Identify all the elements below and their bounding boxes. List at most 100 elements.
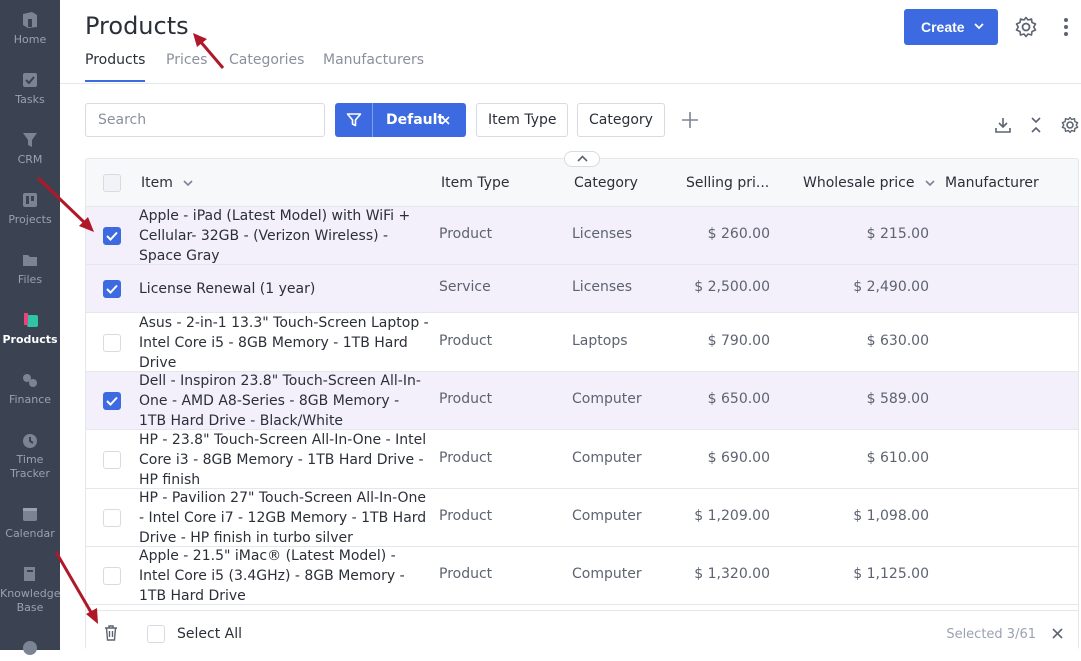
download-icon[interactable] (994, 116, 1012, 134)
sidebar-item-label: Calendar (5, 527, 55, 540)
trash-icon[interactable] (104, 625, 118, 641)
chevron-down-icon (183, 180, 193, 187)
row-checkbox[interactable] (103, 509, 121, 527)
close-icon[interactable] (1052, 628, 1063, 639)
item-type: Product (439, 508, 493, 524)
item-category: Licenses (572, 279, 633, 295)
sidebar-item-knowledge-base[interactable]: Knowledge Base (0, 564, 60, 615)
collapse-filters-toggle[interactable] (564, 151, 600, 167)
selling-price: $ 650.00 (707, 391, 770, 407)
selling-price: $ 260.00 (707, 226, 770, 242)
select-all-checkbox[interactable] (147, 625, 165, 643)
sidebar-item-products[interactable]: Products (0, 310, 60, 347)
more-module-icon (23, 641, 37, 655)
select-all-label[interactable]: Select All (177, 626, 242, 642)
column-item-type[interactable]: Item Type (441, 175, 509, 191)
tab-manufacturers[interactable]: Manufacturers (323, 52, 424, 68)
sidebar-item-finance[interactable]: Finance (0, 370, 60, 407)
wholesale-price: $ 1,125.00 (853, 566, 929, 582)
default-filter-chip[interactable]: Default (335, 103, 466, 137)
column-wholesale-price[interactable]: Wholesale price (803, 175, 935, 191)
item-name[interactable]: Apple - iPad (Latest Model) with WiFi + … (139, 206, 429, 266)
sidebar-item-crm[interactable]: CRM (0, 130, 60, 167)
table-row[interactable]: Apple - 21.5" iMac® (Latest Model) - Int… (86, 546, 1078, 606)
home-icon (23, 12, 37, 28)
item-name[interactable]: Dell - Inspiron 23.8" Touch-Screen All-I… (139, 371, 429, 431)
table-settings-icon[interactable] (1061, 116, 1079, 134)
row-checkbox[interactable] (103, 567, 121, 585)
table-row[interactable]: License Renewal (1 year) Service Licenses $… (86, 265, 1078, 313)
crm-icon (23, 133, 37, 147)
select-all-header-checkbox[interactable] (103, 174, 121, 192)
wholesale-price: $ 610.00 (866, 450, 929, 466)
item-name[interactable]: HP - 23.8" Touch-Screen All-In-One - Int… (139, 430, 429, 490)
wholesale-price: $ 215.00 (866, 226, 929, 242)
table-row[interactable]: HP - Pavilion 27" Touch-Screen All-In-On… (86, 488, 1078, 548)
selling-price: $ 1,320.00 (694, 566, 770, 582)
category-filter[interactable]: Category (577, 103, 665, 137)
sidebar-item-time-tracker[interactable]: Time Tracker (0, 430, 60, 481)
item-name[interactable]: Asus - 2-in-1 13.3" Touch-Screen Laptop … (139, 313, 429, 373)
wholesale-price: $ 2,490.00 (853, 279, 929, 295)
chevron-up-icon (577, 155, 588, 162)
item-type: Product (439, 391, 493, 407)
item-type-filter[interactable]: Item Type (476, 103, 569, 137)
column-selling-price[interactable]: Selling pri... (686, 175, 769, 191)
selling-price: $ 2,500.00 (694, 279, 770, 295)
add-filter-icon[interactable] (681, 111, 699, 129)
chevron-down-icon (974, 23, 984, 30)
chip-divider (372, 103, 373, 137)
settings-gear-icon[interactable] (1015, 16, 1037, 38)
sidebar-item-files[interactable]: Files (0, 250, 60, 287)
header-divider (60, 83, 1081, 84)
chevron-down-icon (925, 180, 935, 187)
selling-price: $ 790.00 (707, 333, 770, 349)
wholesale-price: $ 589.00 (866, 391, 929, 407)
item-name[interactable]: License Renewal (1 year) (139, 279, 429, 299)
sidebar-item-projects[interactable]: Projects (0, 190, 60, 227)
row-checkbox[interactable] (103, 392, 121, 410)
row-checkbox[interactable] (103, 334, 121, 352)
row-checkbox[interactable] (103, 451, 121, 469)
item-category: Computer (572, 391, 642, 407)
sidebar-item-label: Home (13, 33, 47, 46)
item-category: Laptops (572, 333, 628, 349)
row-checkbox[interactable] (103, 280, 121, 298)
wholesale-price: $ 630.00 (866, 333, 929, 349)
wholesale-price: $ 1,098.00 (853, 508, 929, 524)
table-row[interactable]: Dell - Inspiron 23.8" Touch-Screen All-I… (86, 371, 1078, 431)
column-category[interactable]: Category (574, 175, 638, 191)
expand-collapse-icon[interactable] (1030, 116, 1042, 134)
selected-count: Selected 3/61 (946, 627, 1036, 642)
files-icon (23, 255, 37, 266)
close-icon[interactable] (441, 116, 450, 125)
table-row[interactable]: Asus - 2-in-1 13.3" Touch-Screen Laptop … (86, 313, 1078, 373)
create-button[interactable]: Create (904, 9, 998, 45)
tab-categories[interactable]: Categories (229, 52, 304, 68)
tab-prices[interactable]: Prices (166, 52, 207, 68)
row-checkbox[interactable] (103, 227, 121, 245)
products-icon (24, 313, 38, 327)
item-category: Computer (572, 566, 642, 582)
knowledge-base-icon (24, 567, 35, 581)
sidebar-item-calendar[interactable]: Calendar (0, 504, 60, 541)
selling-price: $ 1,209.00 (694, 508, 770, 524)
tab-products[interactable]: Products (85, 52, 146, 82)
search-input[interactable] (85, 103, 325, 137)
more-vertical-icon[interactable] (1062, 17, 1070, 37)
sidebar-item-label: Projects (8, 213, 52, 226)
column-label: Wholesale price (803, 175, 915, 191)
item-type: Product (439, 566, 493, 582)
tasks-icon (23, 73, 37, 87)
column-item[interactable]: Item (141, 175, 193, 191)
item-name[interactable]: Apple - 21.5" iMac® (Latest Model) - Int… (139, 546, 429, 606)
table-row[interactable]: HP - 23.8" Touch-Screen All-In-One - Int… (86, 430, 1078, 490)
filter-icon (346, 113, 362, 127)
sidebar-item-tasks[interactable]: Tasks (0, 70, 60, 107)
sidebar-item-label: Time Tracker (10, 453, 50, 480)
item-name[interactable]: HP - Pavilion 27" Touch-Screen All-In-On… (139, 488, 429, 548)
column-manufacturer[interactable]: Manufacturer (945, 175, 1039, 191)
sidebar-item-home[interactable]: Home (0, 10, 60, 47)
table-row[interactable]: Apple - iPad (Latest Model) with WiFi + … (86, 206, 1078, 266)
sidebar-item-label: Files (17, 273, 43, 286)
